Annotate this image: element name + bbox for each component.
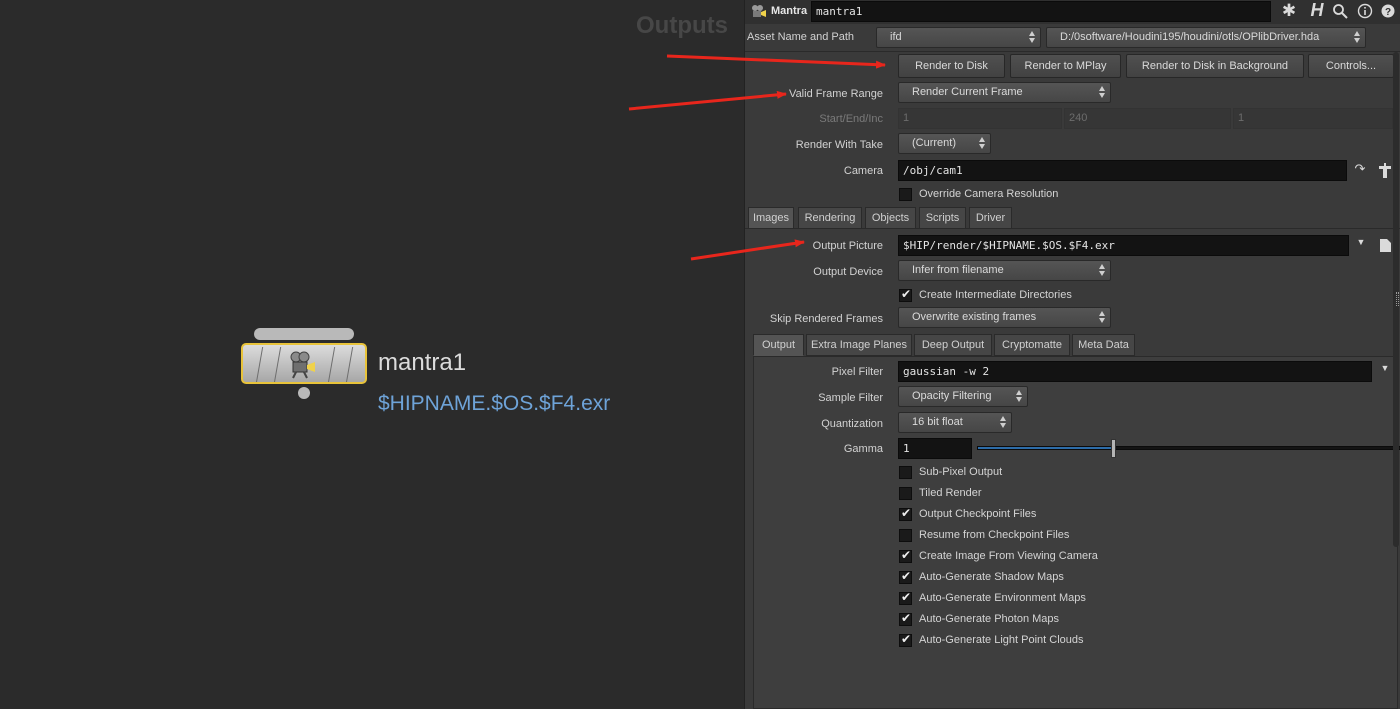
arrow-valid-frame-range <box>628 90 787 111</box>
arrow-output-picture <box>690 239 805 261</box>
arrow-render-to-disk <box>666 54 886 69</box>
annotation-arrows <box>628 54 886 261</box>
